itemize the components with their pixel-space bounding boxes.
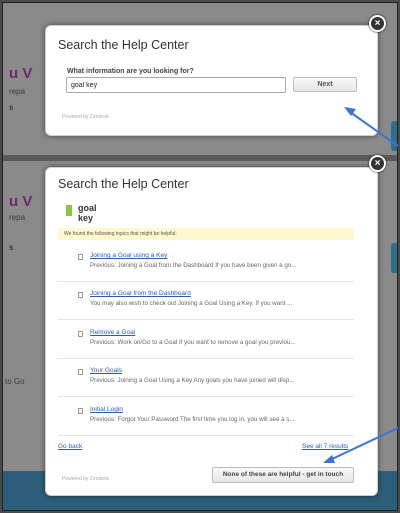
search-input[interactable] — [66, 77, 286, 93]
result-snippet: You may also wish to check out Joining a… — [90, 300, 293, 307]
side-feedback-tab[interactable] — [391, 243, 397, 273]
document-icon — [78, 331, 83, 337]
powered-by-text: Powered by Zendesk — [62, 476, 109, 482]
result-snippet: Previous: Joining a Goal from the Dashbo… — [90, 262, 297, 269]
result-snippet: Previous: Work on/Go to a Goal If you wa… — [90, 339, 296, 346]
screenshot-separator — [3, 155, 397, 161]
modal-title: Search the Help Center — [58, 38, 189, 52]
document-icon — [78, 292, 83, 298]
result-title-link[interactable]: Initial Login — [90, 406, 123, 413]
result-title-link[interactable]: Your Goals — [90, 367, 122, 374]
close-icon[interactable]: × — [369, 15, 386, 32]
document-icon — [78, 408, 83, 414]
background-text-fragment: to Go — [5, 377, 25, 386]
see-all-results-link[interactable]: See all 7 results — [302, 443, 348, 450]
query-accent-bar — [66, 205, 72, 216]
modal-title: Search the Help Center — [58, 177, 189, 191]
result-snippet: Previous: Forgot Your Password The first… — [90, 416, 295, 423]
powered-by-text: Powered by Zendesk — [62, 114, 109, 120]
result-item[interactable]: Initial Login Previous: Forgot Your Pass… — [58, 404, 354, 436]
result-item[interactable]: Joining a Goal using a Key Previous: Joi… — [58, 250, 354, 282]
result-title-link[interactable]: Joining a Goal from the Dashboard — [90, 290, 191, 297]
document-icon — [78, 254, 83, 260]
background-text-fragment: s — [9, 103, 14, 112]
close-icon[interactable]: × — [369, 155, 386, 172]
result-item[interactable]: Your Goals Previous: Joining a Goal Usin… — [58, 365, 354, 397]
search-question-label: What information are you looking for? — [67, 68, 194, 75]
go-back-link[interactable]: Go back — [58, 443, 82, 450]
search-results-modal: Search the Help Center goal key We found… — [45, 167, 378, 496]
background-heading-fragment: u V — [9, 193, 33, 210]
background-heading-fragment: u V — [9, 65, 33, 82]
side-feedback-tab[interactable] — [391, 121, 397, 151]
result-snippet: Previous: Joining a Goal Using a Key Any… — [90, 377, 295, 384]
results-notice: We found the following topics that might… — [58, 228, 354, 240]
query-text: goal key — [78, 203, 97, 223]
next-button[interactable]: Next — [293, 77, 357, 92]
result-title-link[interactable]: Joining a Goal using a Key — [90, 252, 167, 259]
search-help-modal: Search the Help Center What information … — [45, 25, 378, 136]
result-title-link[interactable]: Remove a Goal — [90, 329, 135, 336]
get-in-touch-button[interactable]: None of these are helpful - get in touch — [212, 467, 354, 483]
background-text-fragment: repa — [9, 87, 26, 96]
background-text-fragment: s — [9, 243, 14, 252]
result-item[interactable]: Remove a Goal Previous: Work on/Go to a … — [58, 327, 354, 359]
document-icon — [78, 369, 83, 375]
result-item[interactable]: Joining a Goal from the Dashboard You ma… — [58, 288, 354, 320]
background-text-fragment: repa — [9, 213, 26, 222]
